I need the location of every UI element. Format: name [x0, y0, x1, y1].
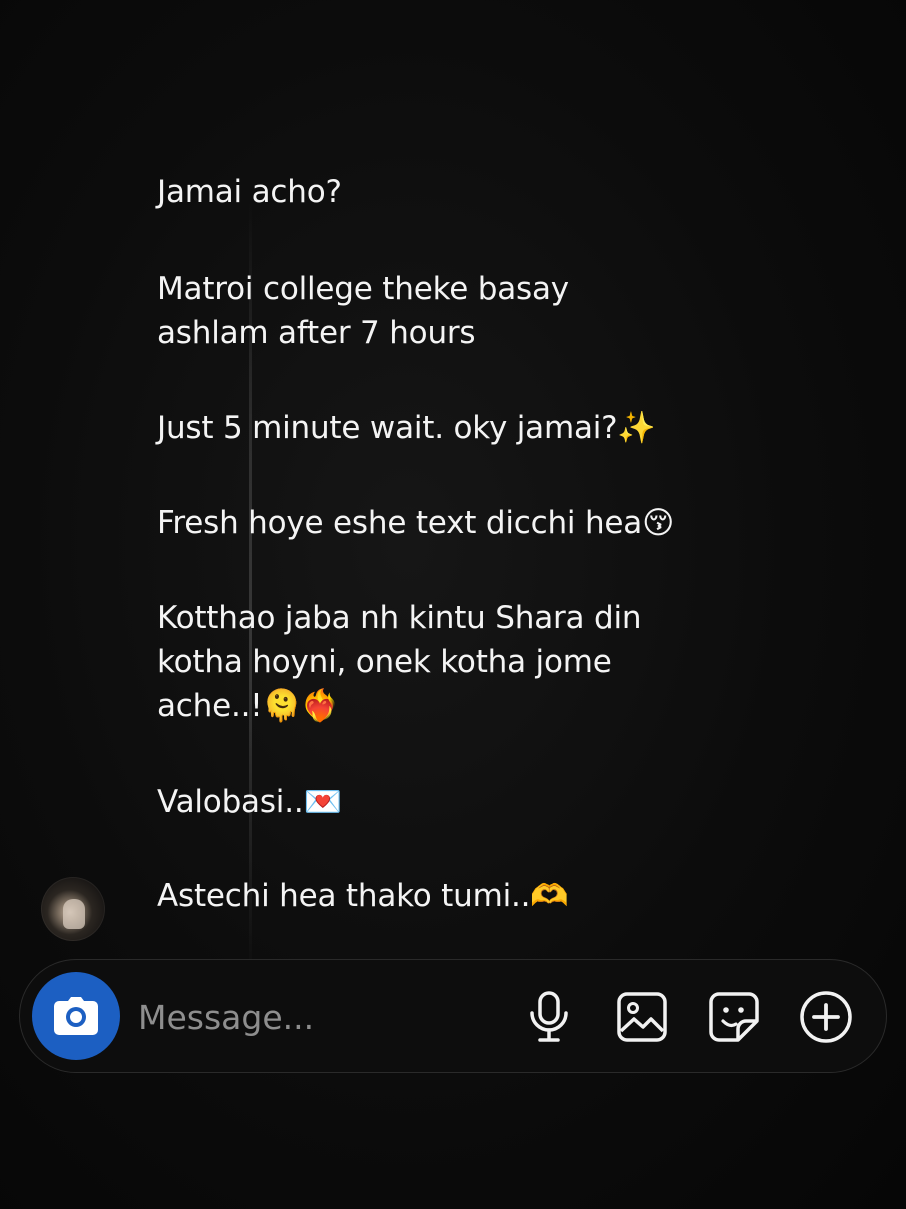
gallery-icon — [617, 992, 667, 1042]
sticker-button[interactable] — [706, 989, 762, 1045]
message-text[interactable]: Astechi hea thako tumi..🫶 — [157, 874, 569, 918]
add-button[interactable] — [798, 989, 854, 1045]
microphone-button[interactable] — [521, 989, 577, 1045]
microphone-icon — [530, 991, 568, 1042]
message-text[interactable]: Kotthao jaba nh kintu Shara din kotha ho… — [157, 596, 642, 728]
sticker-icon — [709, 992, 759, 1042]
message-input[interactable] — [138, 990, 498, 1044]
message-text[interactable]: Valobasi..💌 — [157, 780, 342, 824]
avatar-figure — [63, 899, 85, 929]
camera-button[interactable] — [32, 972, 120, 1060]
plus-icon — [800, 991, 852, 1043]
message-text[interactable]: Just 5 minute wait. oky jamai?✨ — [157, 406, 656, 450]
chat-screen: Jamai acho? Matroi college theke basay a… — [0, 0, 906, 1209]
gallery-button[interactable] — [614, 989, 670, 1045]
message-composer — [19, 959, 887, 1073]
message-text[interactable]: Matroi college theke basay ashlam after … — [157, 267, 569, 355]
message-text[interactable]: Jamai acho? — [157, 170, 342, 214]
camera-icon — [54, 997, 98, 1035]
message-text[interactable]: Fresh hoye eshe text dicchi hea😚 — [157, 501, 674, 545]
avatar[interactable] — [41, 877, 105, 941]
